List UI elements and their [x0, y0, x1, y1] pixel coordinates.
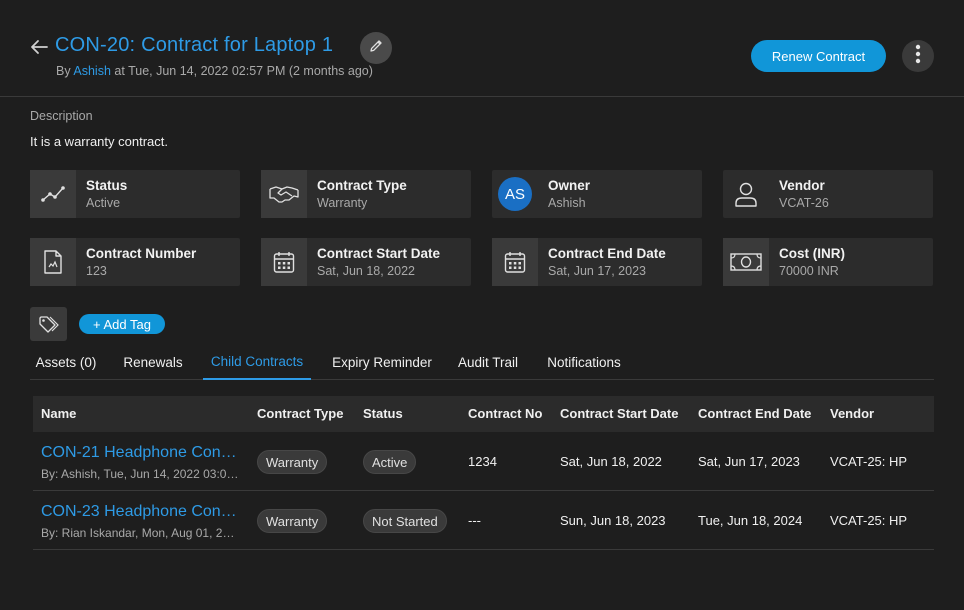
tab-expiry-reminder[interactable]: Expiry Reminder	[327, 344, 437, 380]
table-row[interactable]: CON-21 Headphone Contract By: Ashish, Tu…	[33, 432, 934, 491]
end-date: Tue, Jun 18, 2024	[698, 513, 803, 528]
more-options-button[interactable]	[902, 40, 934, 72]
start-date-value: Sat, Jun 18, 2022	[317, 264, 415, 278]
created-by: By: Rian Iskandar, Mon, Aug 01, 2022	[41, 526, 241, 540]
more-vertical-icon	[915, 44, 921, 69]
document-icon	[30, 238, 76, 286]
start-date-card: Contract Start Date Sat, Jun 18, 2022	[261, 238, 471, 286]
column-header[interactable]: Contract Type	[257, 396, 343, 432]
owner-value: Ashish	[548, 196, 586, 210]
vendor-label: Vendor	[779, 178, 825, 193]
page-header: CON-20: Contract for Laptop 1 By Ashish …	[0, 0, 964, 97]
back-arrow-icon[interactable]	[28, 36, 50, 58]
contract-name-link[interactable]: CON-23 Headphone Contract	[41, 503, 241, 521]
table-row[interactable]: CON-23 Headphone Contract By: Rian Iskan…	[33, 491, 934, 550]
child-contracts-table: Name Contract Type Status Contract No Co…	[33, 396, 934, 550]
column-header[interactable]: Name	[41, 396, 76, 432]
contract-number-label: Contract Number	[86, 246, 197, 261]
author-link[interactable]: Ashish	[73, 64, 111, 78]
owner-avatar: AS	[498, 177, 532, 211]
owner-card: AS Owner Ashish	[492, 170, 702, 218]
end-date-card: Contract End Date Sat, Jun 17, 2023	[492, 238, 702, 286]
column-header[interactable]: Contract Start Date	[560, 396, 678, 432]
tag-icon	[30, 307, 67, 341]
tab-renewals[interactable]: Renewals	[118, 344, 188, 380]
status-value: Active	[86, 196, 121, 210]
column-header[interactable]: Contract End Date	[698, 396, 811, 432]
created-by: By: Ashish, Tue, Jun 14, 2022 03:00 PM	[41, 467, 241, 481]
status-chip: Not Started	[363, 509, 447, 533]
cost-label: Cost (INR)	[779, 246, 845, 261]
tab-notifications[interactable]: Notifications	[540, 344, 628, 380]
add-tag-button[interactable]: + Add Tag	[79, 314, 165, 334]
user-icon	[723, 170, 769, 218]
by-prefix: By	[56, 64, 71, 78]
cost-card: Cost (INR) 70000 INR	[723, 238, 933, 286]
status-label: Status	[86, 178, 128, 193]
contract-type-label: Contract Type	[317, 178, 407, 193]
page-title: CON-20: Contract for Laptop 1	[55, 34, 334, 56]
created-date: at Tue, Jun 14, 2022 02:57 PM (2 months …	[114, 64, 373, 78]
tab-assets[interactable]: Assets (0)	[30, 344, 102, 380]
pencil-icon	[368, 38, 384, 59]
start-date: Sun, Jun 18, 2023	[560, 513, 666, 528]
description-label: Description	[30, 109, 93, 123]
end-date-value: Sat, Jun 17, 2023	[548, 264, 646, 278]
contract-no: 1234	[468, 454, 497, 469]
created-by-line: By Ashish at Tue, Jun 14, 2022 02:57 PM …	[56, 64, 373, 78]
end-date-label: Contract End Date	[548, 246, 666, 261]
contract-type-chip: Warranty	[257, 509, 328, 533]
owner-label: Owner	[548, 178, 591, 193]
handshake-icon	[261, 170, 307, 218]
contract-number-card: Contract Number 123	[30, 238, 240, 286]
cost-value: 70000 INR	[779, 264, 839, 278]
status-card: Status Active	[30, 170, 240, 218]
vendor: VCAT-25: HP	[830, 513, 908, 528]
vendor-value: VCAT-26	[779, 196, 829, 210]
column-header[interactable]: Status	[363, 396, 403, 432]
end-date: Sat, Jun 17, 2023	[698, 454, 800, 469]
contract-name-link[interactable]: CON-21 Headphone Contract	[41, 444, 241, 462]
column-header[interactable]: Vendor	[830, 396, 874, 432]
contract-type-value: Warranty	[317, 196, 368, 210]
status-chip: Active	[363, 450, 417, 474]
start-date: Sat, Jun 18, 2022	[560, 454, 662, 469]
vendor-card: Vendor VCAT-26	[723, 170, 933, 218]
description-text: It is a warranty contract.	[30, 134, 168, 149]
tab-audit-trail[interactable]: Audit Trail	[453, 344, 523, 380]
edit-title-button[interactable]	[360, 32, 392, 64]
trend-line-icon	[30, 170, 76, 218]
tab-child-contracts[interactable]: Child Contracts	[203, 344, 311, 380]
banknote-icon	[723, 238, 769, 286]
start-date-label: Contract Start Date	[317, 246, 441, 261]
contract-no: ---	[468, 513, 481, 528]
contract-type-chip: Warranty	[257, 450, 328, 474]
contract-number-value: 123	[86, 264, 107, 278]
renew-contract-button[interactable]: Renew Contract	[751, 40, 886, 72]
vendor: VCAT-25: HP	[830, 454, 908, 469]
table-header: Name Contract Type Status Contract No Co…	[33, 396, 934, 432]
calendar-icon	[492, 238, 538, 286]
contract-type-card: Contract Type Warranty	[261, 170, 471, 218]
calendar-icon	[261, 238, 307, 286]
column-header[interactable]: Contract No	[468, 396, 542, 432]
tab-bar: Assets (0) Renewals Child Contracts Expi…	[30, 344, 934, 380]
